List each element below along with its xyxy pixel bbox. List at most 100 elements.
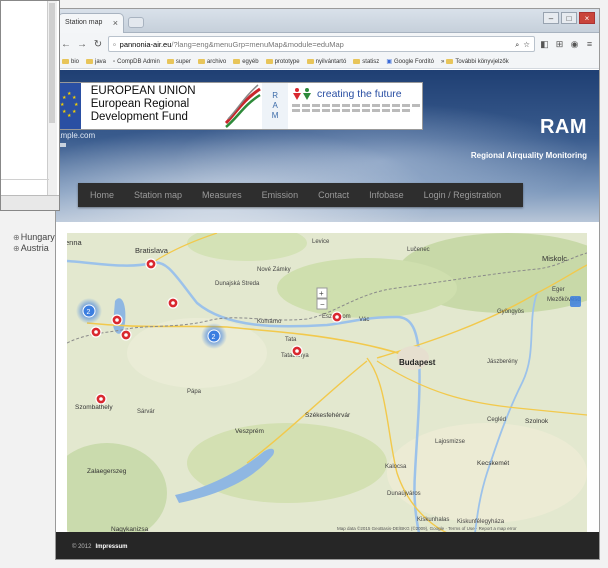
bookmark-item[interactable]: prototype: [265, 58, 300, 65]
bookmark-label: java: [95, 58, 107, 65]
city-label-lucenec: Lučenec: [407, 247, 430, 253]
tree-item-label: Austria: [20, 243, 49, 253]
extension-icon[interactable]: ◧: [539, 39, 550, 50]
bookmark-item[interactable]: super: [166, 59, 191, 65]
background-scrollbar-thumb[interactable]: [49, 3, 55, 123]
maximize-button[interactable]: □: [561, 12, 577, 24]
city-label-komarno: Komárno: [257, 319, 282, 325]
bookmark-item[interactable]: archivo: [197, 59, 226, 65]
browser-window: Station map × – □ × ← → ↻ ▫ pannonia-air…: [55, 8, 600, 560]
bookmark-item[interactable]: bio: [62, 59, 79, 65]
close-window-button[interactable]: ×: [579, 12, 595, 24]
hills-north: [277, 258, 457, 318]
folder-icon: [166, 59, 174, 64]
station-marker[interactable]: [145, 258, 157, 270]
tab-bar: Station map × – □ ×: [56, 9, 599, 33]
bookmark-item-other[interactable]: » További könyvjelzők: [441, 59, 509, 65]
city-label-dunajska-streda: Dunajská Streda: [215, 281, 260, 287]
station-marker[interactable]: [95, 393, 107, 405]
header-hero: ★ ★ ★ ★ ★ ★ ★ ★ EUROPEAN UNION European Regi…: [56, 70, 599, 222]
map-canvas[interactable]: Bratislava enna Miskolc Budapest Komárno…: [67, 233, 587, 533]
city-label-szombathely: Szombathely: [75, 404, 113, 411]
page-footer: © 2012 Impressum: [56, 532, 599, 559]
site-link[interactable]: ample.com: [56, 131, 95, 140]
account-icon[interactable]: ◉: [569, 39, 580, 50]
site-title: RAM: [539, 116, 587, 138]
map-attribution[interactable]: Map data ©2015 GeoBasis-DE/BKG (©2009), …: [337, 525, 517, 531]
tree-item-label: Hungary: [20, 232, 55, 242]
window-controls: – □ ×: [543, 12, 595, 24]
station-marker[interactable]: [120, 329, 132, 341]
bookmark-item[interactable]: java: [86, 59, 106, 65]
nav-station-map[interactable]: Station map: [124, 183, 192, 207]
search-icon[interactable]: ⌕: [515, 37, 519, 51]
back-icon[interactable]: ←: [60, 39, 72, 50]
bookmark-item[interactable]: statisz: [353, 59, 379, 65]
eu-funding-banner: ★ ★ ★ ★ ★ ★ ★ ★ EUROPEAN UNION European Regi…: [56, 82, 423, 130]
minimize-button[interactable]: –: [543, 12, 559, 24]
city-label-cegled: Cegléd: [487, 417, 506, 423]
bookmark-label: bio: [71, 58, 80, 65]
station-marker[interactable]: [90, 326, 102, 338]
chevron-right-icon: »: [441, 58, 445, 65]
nav-login-registration[interactable]: Login / Registration: [414, 183, 512, 207]
city-label-vienna: enna: [67, 238, 83, 247]
station-marker[interactable]: [167, 297, 179, 309]
people-figures-icon: [292, 87, 314, 101]
hu-at-swirl-icon: [224, 83, 262, 129]
city-label-kalocsa: Kalocsa: [385, 464, 407, 470]
folder-icon: [62, 59, 69, 64]
translate-icon[interactable]: ⊞: [554, 39, 565, 50]
city-label-levice: Levice: [312, 239, 330, 245]
station-map[interactable]: Bratislava enna Miskolc Budapest Komárno…: [67, 233, 587, 533]
bookmark-item[interactable]: ▫ CompDB Admin: [113, 59, 160, 65]
ctf-title: creating the future: [317, 88, 402, 100]
tab-station-map[interactable]: Station map ×: [58, 13, 124, 33]
footer-copyright: © 2012: [72, 544, 92, 550]
nav-measures[interactable]: Measures: [192, 183, 252, 207]
bookmark-label: CompDB Admin: [117, 58, 160, 65]
city-label-tata: Tata: [285, 337, 297, 343]
tab-close-icon[interactable]: ×: [113, 14, 118, 32]
new-tab-button[interactable]: [128, 17, 144, 28]
expand-icon[interactable]: ⊕: [13, 232, 20, 243]
eu-line: EUROPEAN UNION: [90, 85, 196, 97]
folder-icon: [306, 59, 314, 64]
tree-item-hungary[interactable]: ⊕ Hungary: [13, 232, 55, 243]
bookmark-item[interactable]: nyilvántartó: [306, 58, 347, 65]
tree-item-austria[interactable]: ⊕ Austria: [13, 243, 55, 254]
url-host: pannonia-air.eu: [119, 39, 172, 49]
station-marker[interactable]: [331, 311, 343, 323]
map-layer-toggle[interactable]: [570, 296, 581, 307]
nav-contact[interactable]: Contact: [308, 183, 359, 207]
address-bar[interactable]: ▫ pannonia-air.eu/?lang=eng&menuGrp=menu…: [108, 36, 535, 52]
bookmark-item[interactable]: egyéb: [233, 58, 259, 65]
nav-infobase[interactable]: Infobase: [359, 183, 414, 207]
bookmark-label: nyilvántartó: [315, 58, 347, 65]
background-statusbar: [1, 195, 59, 210]
plus-icon: +: [319, 289, 324, 298]
star-icon[interactable]: ☆: [523, 37, 530, 51]
page-content: ★ ★ ★ ★ ★ ★ ★ ★ EUROPEAN UNION European Regi…: [56, 70, 599, 559]
forward-icon[interactable]: →: [76, 39, 88, 50]
city-label-eger: Eger: [552, 287, 565, 293]
folder-icon: [446, 59, 454, 64]
bookmark-label: További könyvjelzők: [455, 58, 509, 65]
expand-icon[interactable]: ⊕: [13, 243, 20, 254]
station-marker[interactable]: [111, 314, 123, 326]
footer-impressum-link[interactable]: Impressum: [95, 544, 127, 550]
ctf-fineprint: [292, 109, 412, 112]
bookmark-label: egyéb: [242, 58, 259, 65]
url-path: /?lang=eng&menuGrp=menuMap&module=eduMap: [171, 39, 344, 49]
page-icon: ▫: [113, 58, 116, 65]
menu-icon[interactable]: ≡: [584, 39, 595, 49]
nav-emission[interactable]: Emission: [252, 183, 309, 207]
bookmark-label: prototype: [274, 58, 300, 65]
city-label-kiskunhalas: Kiskunhalas: [417, 517, 449, 523]
background-scrollbar[interactable]: [47, 1, 57, 197]
station-marker[interactable]: [291, 345, 303, 357]
bookmark-item[interactable]: ▣ Google Fordító: [386, 58, 434, 66]
nav-home[interactable]: Home: [78, 183, 124, 207]
main-navigation: Home Station map Measures Emission Conta…: [78, 183, 523, 207]
reload-icon[interactable]: ↻: [92, 39, 104, 50]
